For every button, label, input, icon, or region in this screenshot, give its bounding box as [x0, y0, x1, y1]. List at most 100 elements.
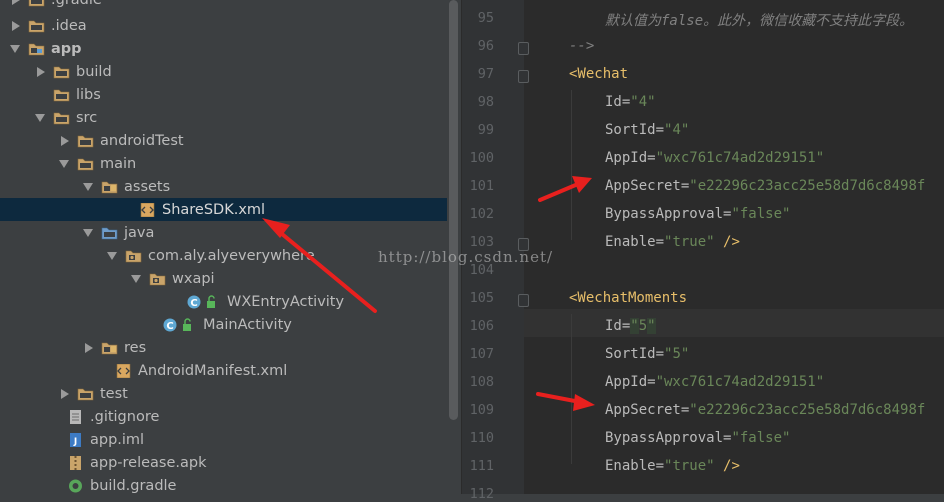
xml-attr: BypassApproval=: [605, 430, 732, 446]
tree-item[interactable]: wxapi: [0, 267, 447, 290]
expanded-arrow-icon[interactable]: [83, 182, 93, 191]
tree-item-label: assets: [124, 178, 171, 195]
xml-tag-end: />: [714, 458, 740, 474]
collapsed-arrow-icon[interactable]: [61, 135, 69, 146]
tree-item[interactable]: C MainActivity: [0, 313, 447, 336]
folder-icon: [53, 88, 70, 102]
xml-tag: <WechatMoments: [569, 290, 688, 306]
tree-item[interactable]: C WXEntryActivity: [0, 290, 447, 313]
code-line-96: -->: [569, 38, 594, 54]
tree-item-label: MainActivity: [203, 316, 292, 333]
code-line-99: SortId="4": [605, 122, 689, 138]
fold-marker[interactable]: [518, 42, 529, 55]
resource-folder-icon: [101, 180, 118, 194]
package-icon: [149, 272, 166, 286]
class-icon: C: [163, 317, 197, 332]
line-number: 110: [469, 430, 494, 446]
line-number: 106: [469, 318, 494, 334]
xml-attr: AppId=: [605, 374, 656, 390]
expanded-arrow-icon[interactable]: [59, 159, 69, 168]
tree-item-label: app.iml: [90, 431, 145, 448]
folder-icon: [53, 111, 70, 125]
tree-item-label: res: [124, 339, 147, 356]
line-number: 109: [469, 402, 494, 418]
expanded-arrow-icon[interactable]: [131, 274, 141, 283]
tree-item[interactable]: app-release.apk: [0, 451, 447, 474]
tree-item[interactable]: src: [0, 106, 447, 129]
xml-file-icon: [139, 202, 156, 217]
tree-item-label: src: [76, 109, 98, 126]
tree-item[interactable]: .gradle: [0, 0, 447, 11]
line-number: 108: [469, 374, 494, 390]
project-tree-scrollbar[interactable]: [449, 0, 458, 420]
line-number: 107: [469, 346, 494, 362]
line-number: 102: [469, 206, 494, 222]
watermark-text: http://blog.csdn.net/: [378, 248, 554, 266]
code-line-107: SortId="5": [605, 346, 689, 362]
archive-file-icon: [67, 455, 84, 470]
iml-file-icon: J: [67, 432, 84, 447]
fold-marker[interactable]: [518, 70, 529, 83]
tree-item[interactable]: java: [0, 221, 447, 244]
xml-attr: SortId=: [605, 122, 665, 138]
class-icon: C: [187, 294, 221, 309]
xml-attr: Id=: [605, 318, 631, 334]
collapsed-arrow-icon[interactable]: [37, 66, 45, 77]
xml-attr: AppId=: [605, 150, 656, 166]
code-line-106: Id="5": [605, 318, 656, 334]
xml-value: "e22296c23acc25e58d7d6c8498f: [689, 402, 926, 418]
project-tree-panel: .gradle .idea app build libs srcandroidTest ma…: [0, 0, 447, 494]
source-folder-icon: [101, 226, 118, 240]
expanded-arrow-icon[interactable]: [107, 251, 117, 260]
svg-text:J: J: [73, 437, 77, 447]
xml-value: 5: [638, 318, 648, 334]
tree-item[interactable]: .idea: [0, 14, 447, 37]
tree-item-label: .idea: [51, 17, 87, 34]
fold-marker[interactable]: [518, 294, 529, 307]
tree-item[interactable]: build.gradle: [0, 474, 447, 494]
tree-item[interactable]: test: [0, 382, 447, 405]
collapsed-arrow-icon[interactable]: [12, 20, 20, 31]
expanded-arrow-icon[interactable]: [83, 228, 93, 237]
tree-item-label: androidTest: [100, 132, 184, 149]
xml-value: ": [647, 318, 656, 334]
code-line-101: AppSecret="e22296c23acc25e58d7d6c8498f: [605, 178, 925, 194]
tree-item[interactable]: res: [0, 336, 447, 359]
code-line-100: AppId="wxc761c74ad2d29151": [605, 150, 824, 166]
xml-tag-end: />: [714, 234, 740, 250]
collapsed-arrow-icon[interactable]: [85, 342, 93, 353]
tree-item-label: com.aly.alyeverywhere: [148, 247, 315, 264]
xml-value: "true": [664, 234, 715, 250]
text-file-icon: [67, 409, 84, 424]
tree-item-label: AndroidManifest.xml: [138, 362, 288, 379]
expanded-arrow-icon[interactable]: [10, 44, 20, 53]
tree-item-label: .gradle: [51, 0, 102, 8]
xml-value: "wxc761c74ad2d29151": [655, 374, 825, 390]
tree-item[interactable]: libs: [0, 83, 447, 106]
xml-attr: Enable=: [605, 458, 665, 474]
tree-item[interactable]: app: [0, 37, 447, 60]
folder-icon: [77, 157, 94, 171]
xml-value: "4": [664, 122, 690, 138]
tree-item[interactable]: assets: [0, 175, 447, 198]
tree-item[interactable]: androidTest: [0, 129, 447, 152]
svg-text:C: C: [166, 321, 173, 332]
tree-item[interactable]: ShareSDK.xml: [0, 198, 447, 221]
tree-item[interactable]: Japp.iml: [0, 428, 447, 451]
tree-item[interactable]: build: [0, 60, 447, 83]
xml-attr: AppSecret=: [605, 402, 690, 418]
xml-value: "true": [664, 458, 715, 474]
collapsed-arrow-icon[interactable]: [61, 388, 69, 399]
line-number: 112: [469, 486, 494, 502]
code-line-108: AppId="wxc761c74ad2d29151": [605, 374, 824, 390]
tree-item[interactable]: main: [0, 152, 447, 175]
expanded-arrow-icon[interactable]: [35, 113, 45, 122]
tree-item[interactable]: AndroidManifest.xml: [0, 359, 447, 382]
line-number: 96: [477, 38, 494, 54]
tree-item-label: build: [76, 63, 112, 80]
xml-attr: Id=: [605, 94, 631, 110]
code-line-95: 默认值为false。此外，微信收藏不支持此字段。: [605, 10, 913, 30]
tree-item[interactable]: .gitignore: [0, 405, 447, 428]
comment-end: -->: [569, 38, 595, 54]
collapsed-arrow-icon[interactable]: [12, 0, 20, 5]
